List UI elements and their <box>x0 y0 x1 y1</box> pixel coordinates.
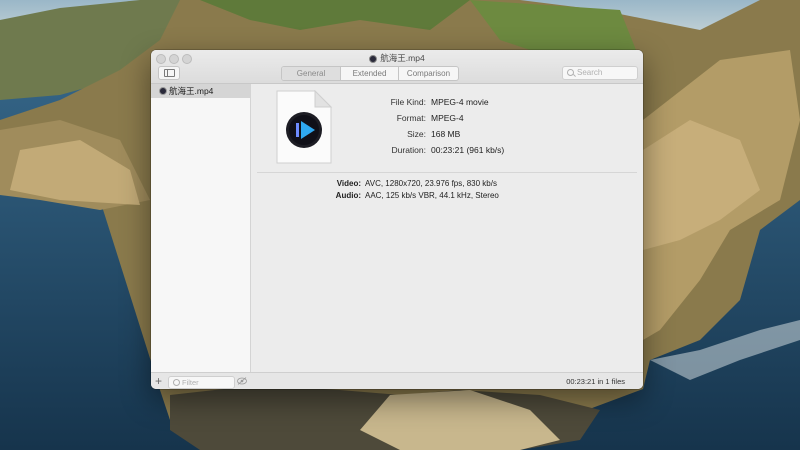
movie-file-icon <box>159 87 167 95</box>
property-row: Duration: 00:23:21 (961 kb/s) <box>361 142 505 158</box>
title-bar: 航海王.mp4 General Extended Comparison Sear… <box>151 50 643 84</box>
file-name: 航海王.mp4 <box>169 86 214 96</box>
property-row: Format: MPEG-4 <box>361 110 504 126</box>
window-title-text: 航海王.mp4 <box>380 53 425 63</box>
search-field[interactable]: Search <box>562 66 638 80</box>
stream-label: Audio: <box>335 191 361 200</box>
movie-file-icon <box>369 54 378 63</box>
property-value: 00:23:21 (961 kb/s) <box>431 145 505 155</box>
filter-field[interactable]: Filter <box>168 376 235 389</box>
general-panel: File Kind: MPEG-4 movie Format: MPEG-4 Siz… <box>251 84 643 372</box>
app-window: 航海王.mp4 General Extended Comparison Sear… <box>151 50 643 389</box>
sidebar-toggle-button[interactable] <box>158 66 180 80</box>
add-file-button[interactable]: + <box>155 374 162 388</box>
status-text: 00:23:21 in 1 files <box>566 377 625 386</box>
property-value: MPEG-4 <box>431 113 464 123</box>
file-sidebar: 航海王.mp4 <box>151 84 251 372</box>
stream-value: AVC, 1280x720, 23.976 fps, 830 kb/s <box>365 179 497 188</box>
stream-row: Video: AVC, 1280x720, 23.976 fps, 830 kb/… <box>313 178 499 190</box>
filter-placeholder: Filter <box>182 378 199 387</box>
hidden-eye-icon[interactable] <box>237 377 247 385</box>
stream-row: Audio: AAC, 125 kb/s VBR, 44.1 kHz, Stere… <box>313 190 499 202</box>
file-list-item[interactable]: 航海王.mp4 <box>151 84 250 98</box>
section-divider <box>257 172 637 173</box>
property-label: File Kind: <box>390 97 426 107</box>
search-icon <box>567 69 574 76</box>
tab-extended[interactable]: Extended <box>341 67 399 80</box>
property-label: Format: <box>396 113 426 123</box>
property-row: Size: 168 MB <box>361 126 504 142</box>
view-tab-bar: General Extended Comparison <box>281 66 459 81</box>
tab-general[interactable]: General <box>282 67 341 80</box>
property-row: File Kind: MPEG-4 movie <box>361 94 504 110</box>
property-label: Size: <box>407 129 426 139</box>
tab-comparison[interactable]: Comparison <box>399 67 458 80</box>
movie-document-icon <box>276 90 333 164</box>
property-label: Duration: <box>391 145 427 155</box>
search-placeholder: Search <box>577 68 603 77</box>
stream-info: Video: AVC, 1280x720, 23.976 fps, 830 kb/… <box>313 178 499 202</box>
stream-value: AAC, 125 kb/s VBR, 44.1 kHz, Stereo <box>365 191 499 200</box>
bottom-bar: + Filter 00:23:21 in 1 files <box>151 372 643 389</box>
file-properties: File Kind: MPEG-4 movie Format: MPEG-4 Siz… <box>361 94 505 158</box>
property-value: 168 MB <box>431 129 461 139</box>
property-value: MPEG-4 movie <box>431 97 489 107</box>
stream-label: Video: <box>336 179 361 188</box>
sidebar-icon <box>164 69 175 77</box>
window-title: 航海王.mp4 <box>151 52 643 64</box>
search-icon <box>173 379 180 386</box>
